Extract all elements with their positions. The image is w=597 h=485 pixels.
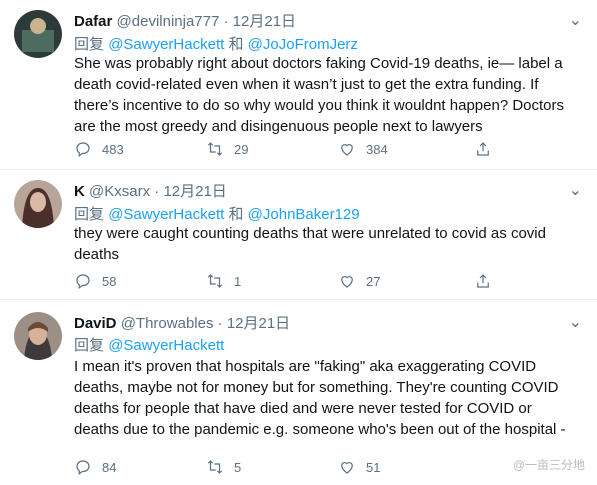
reply-prefix: 回复	[74, 337, 105, 354]
reply-conjunction: 和	[228, 36, 244, 53]
retweet-button[interactable]: 1	[206, 272, 241, 290]
avatar[interactable]	[14, 312, 62, 360]
tweet-header: K @Kxsarx · 12月21日	[74, 180, 227, 201]
like-icon	[341, 462, 353, 474]
tweet-1[interactable]: Dafar @devilninja777 · 12月21日 ⌄ 回复 @Sawy…	[0, 0, 597, 170]
reply-icon	[76, 460, 90, 475]
tweet-text: She was probably right about doctors fak…	[74, 55, 565, 135]
like-button[interactable]: 384	[338, 140, 388, 158]
avatar[interactable]	[14, 180, 62, 228]
reply-count: 58	[102, 273, 117, 289]
retweet-button[interactable]: 5	[206, 458, 241, 476]
reply-prefix: 回复	[74, 206, 105, 223]
like-count: 384	[366, 141, 388, 157]
share-icon	[477, 274, 489, 288]
mention-link[interactable]: @SawyerHackett	[108, 206, 224, 223]
reply-count: 84	[102, 459, 117, 475]
tweet-text: I mean it's proven that hospitals are "f…	[74, 358, 566, 438]
retweet-icon	[207, 142, 223, 156]
retweet-count: 5	[234, 459, 242, 475]
tweet-actions: 58 1 27	[74, 272, 514, 294]
avatar[interactable]	[14, 10, 62, 58]
user-name[interactable]: Dafar	[74, 13, 112, 30]
like-button[interactable]: 27	[338, 272, 380, 290]
tweet-actions: 483 29 384	[74, 140, 514, 162]
retweet-button[interactable]: 29	[206, 140, 248, 158]
like-count: 27	[366, 273, 381, 289]
retweet-count: 1	[234, 273, 242, 289]
retweet-icon	[207, 460, 223, 474]
tweet-2[interactable]: K @Kxsarx · 12月21日 ⌄ 回复 @SawyerHackett 和…	[0, 170, 597, 300]
separator-dot: ·	[223, 13, 229, 30]
tweet-header: Dafar @devilninja777 · 12月21日	[74, 10, 296, 31]
tweet-date[interactable]: 12月21日	[227, 315, 290, 332]
retweet-count: 29	[234, 141, 249, 157]
chevron-down-icon[interactable]: ⌄	[569, 180, 583, 200]
mention-link[interactable]: @JoJoFromJerz	[248, 36, 358, 53]
reply-conjunction: 和	[228, 206, 244, 223]
mention-link[interactable]: @JohnBaker129	[248, 206, 360, 223]
tweet-date[interactable]: 12月21日	[233, 13, 296, 30]
like-icon	[341, 276, 353, 288]
user-name[interactable]: K	[74, 183, 85, 200]
tweet-header: DaviD @Throwables · 12月21日	[74, 312, 290, 333]
reply-button[interactable]: 58	[74, 272, 116, 290]
like-icon	[341, 144, 353, 156]
watermark: @一亩三分地	[512, 458, 585, 472]
tweet-text: they were caught counting deaths that we…	[74, 225, 546, 263]
reply-line: 回复 @SawyerHackett 和 @JohnBaker129	[74, 203, 360, 224]
share-button[interactable]	[474, 140, 492, 158]
reply-button[interactable]: 483	[74, 140, 124, 158]
share-icon	[477, 142, 489, 156]
tweet-3[interactable]: DaviD @Throwables · 12月21日 ⌄ 回复 @SawyerH…	[0, 300, 597, 485]
user-name[interactable]: DaviD	[74, 315, 117, 332]
user-handle[interactable]: @Kxsarx	[89, 183, 150, 200]
chevron-down-icon[interactable]: ⌄	[569, 10, 583, 30]
reply-button[interactable]: 84	[74, 458, 116, 476]
reply-line: 回复 @SawyerHackett	[74, 334, 224, 355]
mention-link[interactable]: @SawyerHackett	[108, 36, 224, 53]
user-handle[interactable]: @Throwables	[121, 315, 214, 332]
separator-dot: ·	[154, 183, 160, 200]
retweet-icon	[207, 274, 223, 288]
reply-prefix: 回复	[74, 36, 105, 53]
share-button[interactable]	[474, 272, 492, 290]
like-count: 51	[366, 459, 381, 475]
user-handle[interactable]: @devilninja777	[117, 13, 220, 30]
tweet-actions: 84 5 51	[74, 458, 514, 480]
mention-link[interactable]: @SawyerHackett	[108, 337, 224, 354]
reply-icon	[76, 142, 90, 157]
like-button[interactable]: 51	[338, 458, 380, 476]
reply-icon	[76, 274, 90, 289]
separator-dot: ·	[217, 315, 223, 332]
chevron-down-icon[interactable]: ⌄	[569, 312, 583, 332]
reply-line: 回复 @SawyerHackett 和 @JoJoFromJerz	[74, 33, 358, 54]
tweet-date[interactable]: 12月21日	[163, 183, 226, 200]
reply-count: 483	[102, 141, 124, 157]
